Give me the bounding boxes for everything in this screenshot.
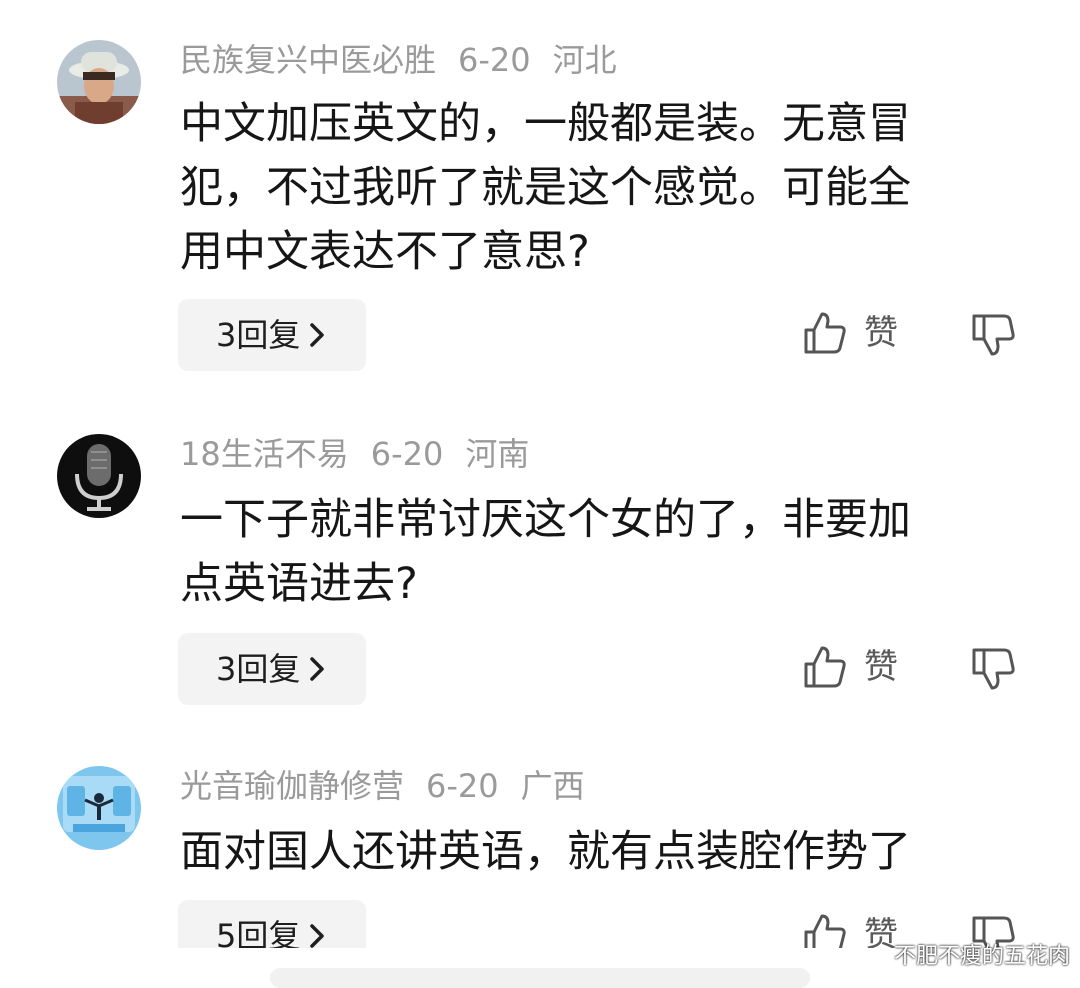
like-label[interactable]: 赞	[864, 910, 898, 948]
comment-location: 广西	[520, 767, 585, 805]
comment-line: 犯，不过我听了就是这个感觉。可能全	[180, 163, 911, 213]
comment-date: 6-20	[458, 41, 531, 79]
thumbs-down-icon	[972, 648, 1015, 690]
like-button[interactable]	[802, 644, 848, 694]
user-avatar[interactable]	[57, 766, 141, 850]
replies-button[interactable]: 3回复	[178, 299, 366, 371]
comment-meta: 18生活不易 6-20 河南	[180, 434, 551, 474]
username[interactable]: 民族复兴中医必胜	[180, 41, 436, 79]
username[interactable]: 光音瑜伽静修营	[180, 767, 404, 805]
chevron-right-icon	[308, 635, 326, 707]
user-avatar[interactable]	[57, 434, 141, 518]
comment-list: 民族复兴中医必胜 6-20 河北 中文加压英文的，一般都是装。无意冒 犯，不过我听了…	[0, 0, 1080, 948]
thumbs-up-icon	[804, 914, 846, 948]
thumbs-up-icon	[804, 646, 846, 688]
comment-date: 6-20	[370, 435, 444, 473]
user-avatar[interactable]	[57, 40, 141, 124]
comment-line: 一下子就非常讨厌这个女的了，非要加	[180, 495, 911, 545]
chevron-right-icon	[308, 301, 326, 373]
comment-meta: 民族复兴中医必胜 6-20 河北	[180, 40, 639, 80]
microphone-avatar-icon	[57, 434, 141, 518]
like-label[interactable]: 赞	[864, 308, 898, 358]
chevron-right-icon	[308, 902, 326, 948]
yoga-avatar-icon	[57, 766, 141, 850]
thumbs-down-icon	[972, 314, 1015, 356]
username[interactable]: 18生活不易	[180, 435, 349, 473]
comment-line: 面对国人还讲英语，就有点装腔作势了	[180, 827, 911, 877]
comment-text: 面对国人还讲英语，就有点装腔作势了	[180, 820, 1010, 884]
thumbs-up-icon	[804, 312, 846, 354]
comment-location: 河南	[465, 435, 530, 473]
replies-label: 3回复	[216, 650, 301, 688]
replies-label: 5回复	[216, 917, 301, 948]
comment-input-bar[interactable]	[270, 968, 810, 988]
comment-text: 一下子就非常讨厌这个女的了，非要加 点英语进去?	[180, 488, 1010, 616]
comment-line: 中文加压英文的，一般都是装。无意冒	[180, 99, 911, 149]
watermark: 不肥不瘦的五花肉	[893, 944, 1070, 969]
person-hat-avatar-icon	[57, 40, 141, 124]
replies-label: 3回复	[216, 316, 301, 354]
comment-text: 中文加压英文的，一般都是装。无意冒 犯，不过我听了就是这个感觉。可能全 用中文表…	[180, 92, 1010, 284]
like-button[interactable]	[802, 912, 848, 948]
comment-line: 点英语进去?	[180, 559, 418, 609]
comment-location: 河北	[552, 41, 617, 79]
dislike-button[interactable]	[970, 312, 1016, 362]
replies-button[interactable]: 3回复	[178, 633, 366, 705]
replies-button[interactable]: 5回复	[178, 900, 366, 948]
like-button[interactable]	[802, 310, 848, 360]
comment-line: 用中文表达不了意思?	[180, 227, 590, 277]
comment-date: 6-20	[426, 767, 499, 805]
dislike-button[interactable]	[970, 646, 1016, 696]
like-label[interactable]: 赞	[864, 642, 898, 692]
comment-meta: 光音瑜伽静修营 6-20 广西	[180, 766, 607, 806]
